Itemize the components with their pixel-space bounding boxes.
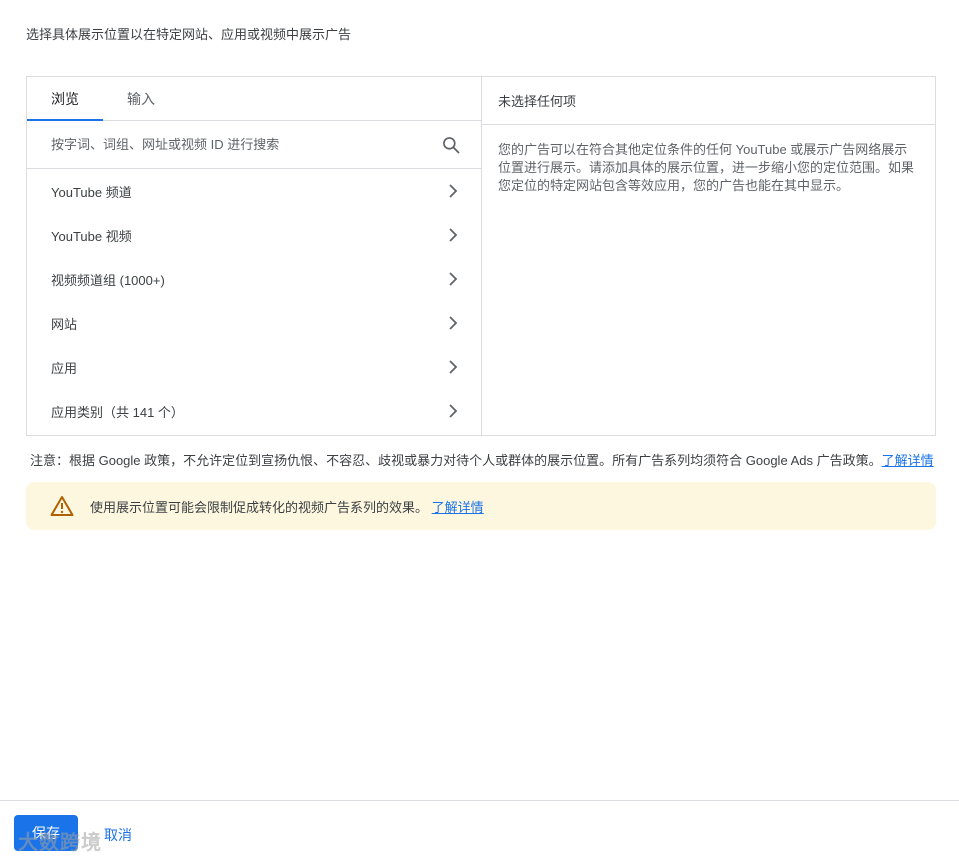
category-youtube-videos[interactable]: YouTube 视频 bbox=[27, 213, 481, 257]
warning-learn-more-link[interactable]: 了解详情 bbox=[432, 497, 484, 516]
warning-text: 使用展示位置可能会限制促成转化的视频广告系列的效果。 bbox=[90, 499, 429, 515]
cancel-button[interactable]: 取消 bbox=[104, 825, 132, 845]
category-app-categories[interactable]: 应用类别（共 141 个） bbox=[27, 389, 481, 433]
chevron-right-icon bbox=[449, 228, 458, 242]
selection-pane: 未选择任何项 您的广告可以在符合其他定位条件的任何 YouTube 或展示广告网… bbox=[482, 77, 935, 435]
list-item-label: 应用类别（共 141 个） bbox=[51, 404, 184, 420]
save-button[interactable]: 保存 bbox=[14, 815, 78, 851]
chevron-right-icon bbox=[449, 184, 458, 198]
selection-header: 未选择任何项 bbox=[482, 77, 935, 125]
tab-browse[interactable]: 浏览 bbox=[27, 77, 103, 121]
list-item-label: YouTube 视频 bbox=[51, 228, 132, 244]
policy-note: 注意：根据 Google 政策，不允许定位到宣扬仇恨、不容忍、歧视或暴力对待个人… bbox=[30, 450, 934, 469]
chevron-right-icon bbox=[449, 316, 458, 330]
browse-pane: 浏览 输入 YouTube 频道 YouTube 视频 视频频道组 (1000+… bbox=[27, 77, 482, 435]
placement-panel: 浏览 输入 YouTube 频道 YouTube 视频 视频频道组 (1000+… bbox=[26, 76, 936, 436]
chevron-right-icon bbox=[449, 404, 458, 418]
search-icon[interactable] bbox=[441, 135, 461, 155]
chevron-right-icon bbox=[449, 360, 458, 374]
list-item-label: 网站 bbox=[51, 316, 78, 332]
list-item-label: 应用 bbox=[51, 360, 78, 376]
warning-banner: 使用展示位置可能会限制促成转化的视频广告系列的效果。 了解详情 bbox=[26, 482, 936, 530]
category-websites[interactable]: 网站 bbox=[27, 301, 481, 345]
category-youtube-channels[interactable]: YouTube 频道 bbox=[27, 169, 481, 213]
selection-description: 您的广告可以在符合其他定位条件的任何 YouTube 或展示广告网络展示位置进行… bbox=[498, 142, 915, 193]
policy-note-text: 注意：根据 Google 政策，不允许定位到宣扬仇恨、不容忍、歧视或暴力对待个人… bbox=[30, 453, 882, 468]
category-channel-groups[interactable]: 视频频道组 (1000+) bbox=[27, 257, 481, 301]
category-apps[interactable]: 应用 bbox=[27, 345, 481, 389]
footer-bar: 保存 取消 bbox=[0, 800, 959, 860]
list-item-label: 视频频道组 (1000+) bbox=[51, 272, 165, 288]
policy-learn-more-link[interactable]: 了解详情 bbox=[882, 453, 934, 468]
chevron-right-icon bbox=[449, 272, 458, 286]
tab-bar: 浏览 输入 bbox=[27, 77, 481, 121]
category-list: YouTube 频道 YouTube 视频 视频频道组 (1000+) 网站 应… bbox=[27, 169, 481, 433]
tab-input[interactable]: 输入 bbox=[103, 77, 179, 120]
search-bar bbox=[27, 121, 481, 169]
page-intro: 选择具体展示位置以在特定网站、应用或视频中展示广告 bbox=[26, 27, 352, 42]
warning-icon bbox=[50, 496, 74, 516]
search-input[interactable] bbox=[51, 137, 441, 152]
list-item-label: YouTube 频道 bbox=[51, 184, 132, 200]
